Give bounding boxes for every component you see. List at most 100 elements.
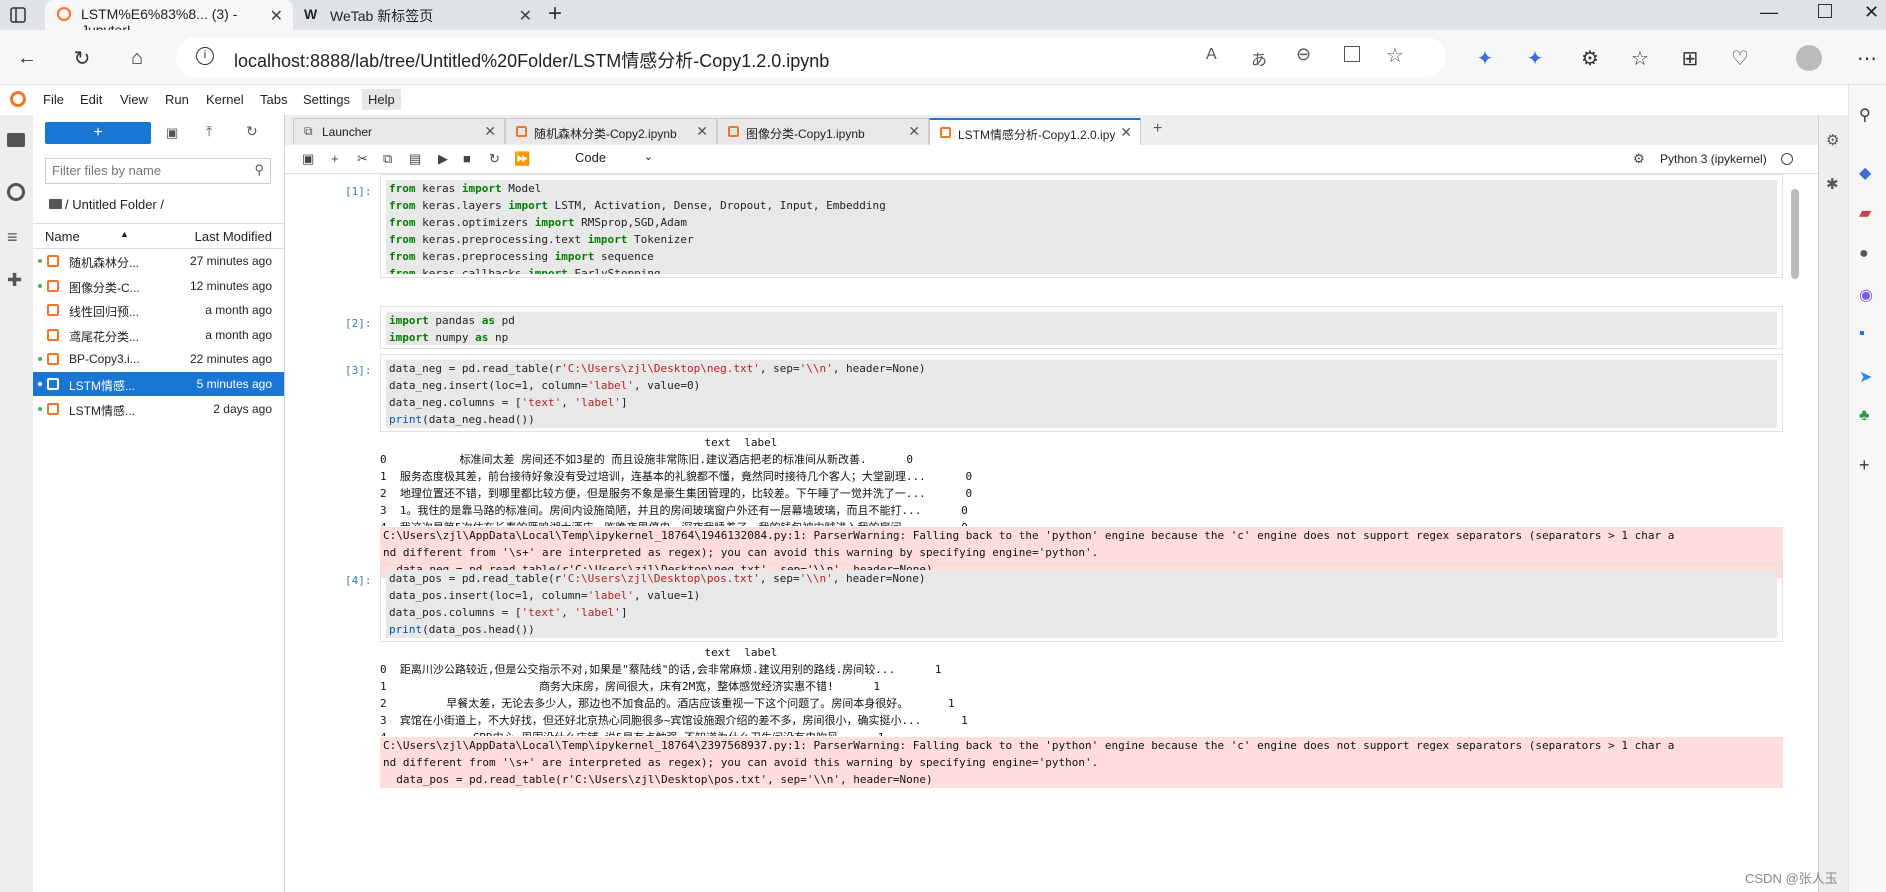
new-tab-button[interactable]: + <box>548 0 562 28</box>
menu-run[interactable]: Run <box>165 92 189 107</box>
debugger-icon[interactable]: ✱ <box>1826 175 1839 193</box>
folder-icon[interactable] <box>49 199 62 209</box>
kernel-name[interactable]: Python 3 (ipykernel) <box>1660 152 1767 166</box>
code-cell[interactable]: data_pos = pd.read_table(r'C:\Users\zjl\… <box>380 564 1783 642</box>
list-item[interactable]: 图像分类-C... 12 minutes ago <box>33 274 284 298</box>
code-editor[interactable]: data_neg = pd.read_table(r'C:\Users\zjl\… <box>386 360 1777 428</box>
close-window-button[interactable]: ✕ <box>1864 2 1879 23</box>
scrollbar[interactable] <box>1791 189 1799 279</box>
back-arrow-icon[interactable]: ← <box>12 43 42 73</box>
home-icon[interactable]: ⌂ <box>122 43 152 73</box>
debugger-icon[interactable]: ⚙ <box>1633 151 1645 167</box>
menu-settings[interactable]: Settings <box>303 92 350 107</box>
close-icon[interactable]: ✕ <box>696 123 708 140</box>
extension-a-icon[interactable]: ✦ <box>1470 43 1500 73</box>
read-aloud-icon[interactable]: A <box>1206 46 1217 64</box>
tab-image-classification[interactable]: 图像分类-Copy1.ipynb ✕ <box>717 118 929 144</box>
notebook-content[interactable]: [1]: from keras import Model from keras.l… <box>285 174 1819 892</box>
new-folder-icon[interactable]: ▣ <box>166 125 178 141</box>
code-cell[interactable]: data_neg = pd.read_table(r'C:\Users\zjl\… <box>380 354 1783 432</box>
info-icon[interactable]: i <box>196 47 214 65</box>
more-menu-icon[interactable]: ⋯ <box>1852 43 1882 73</box>
list-item[interactable]: 线性回归预... a month ago <box>33 298 284 322</box>
collections-icon[interactable]: ⊞ <box>1675 43 1705 73</box>
file-filter-field[interactable]: ⚲ <box>45 158 271 184</box>
toc-icon[interactable]: ≡ <box>7 227 18 248</box>
tree-icon[interactable]: ♣ <box>1859 407 1870 425</box>
cell-type-select[interactable]: Code ⌄ <box>575 150 653 165</box>
column-modified-header[interactable]: Last Modified <box>195 229 272 244</box>
split-screen-icon[interactable] <box>1344 46 1360 62</box>
insert-cell-icon[interactable]: + <box>331 151 339 166</box>
copy-icon[interactable]: ⧉ <box>383 151 392 167</box>
menu-help[interactable]: Help <box>362 89 401 110</box>
code-cell[interactable]: from keras import Model from keras.layers… <box>380 174 1783 278</box>
minimize-button[interactable]: — <box>1760 2 1778 23</box>
menu-edit[interactable]: Edit <box>80 92 102 107</box>
save-icon[interactable]: ▣ <box>302 151 314 167</box>
favorites-icon[interactable]: ☆ <box>1625 43 1655 73</box>
browser-tab-wetab[interactable]: W WeTab 新标签页 ✕ <box>296 0 542 30</box>
favorite-star-icon[interactable]: ☆ <box>1386 43 1404 68</box>
search-icon[interactable]: ⚲ <box>1859 105 1871 125</box>
refresh-icon[interactable]: ↻ <box>246 123 258 140</box>
output-line: C:\Users\zjl\AppData\Local\Temp\ipykerne… <box>383 529 1675 542</box>
shopping-icon[interactable]: ◆ <box>1859 163 1871 183</box>
code-editor[interactable]: import pandas as pd import numpy as np <box>386 312 1777 345</box>
tab-actions-icon[interactable] <box>8 5 28 25</box>
tab-random-forest[interactable]: 随机森林分类-Copy2.ipynb ✕ <box>505 118 717 144</box>
code-cell[interactable]: import pandas as pd import numpy as np <box>380 306 1783 349</box>
url-bar[interactable]: i localhost:8888/lab/tree/Untitled%20Fol… <box>176 37 1446 77</box>
new-launcher-button[interactable]: + <box>45 122 151 144</box>
list-item[interactable]: BP-Copy3.i... 22 minutes ago <box>33 347 284 371</box>
send-icon[interactable]: ➤ <box>1859 367 1872 387</box>
list-item[interactable]: 随机森林分... 27 minutes ago <box>33 249 284 273</box>
file-filter-input[interactable] <box>50 162 234 179</box>
translate-icon[interactable]: あ <box>1251 46 1267 70</box>
tab-lstm[interactable]: LSTM情感分析-Copy1.2.0.ipy ✕ <box>929 118 1141 145</box>
close-icon[interactable]: ✕ <box>519 6 532 26</box>
copilot-icon[interactable]: ◉ <box>1859 285 1873 305</box>
list-item[interactable]: LSTM情感... 5 minutes ago <box>33 372 284 396</box>
paste-icon[interactable]: ▤ <box>409 151 421 167</box>
breadcrumb-path[interactable]: / Untitled Folder / <box>65 197 164 212</box>
list-item[interactable]: 鸢尾花分类... a month ago <box>33 323 284 347</box>
restart-icon[interactable]: ↻ <box>489 151 500 167</box>
avatar[interactable] <box>1794 43 1824 73</box>
code-editor[interactable]: from keras import Model from keras.layers… <box>386 180 1777 274</box>
extension-icon[interactable]: ✚ <box>7 270 22 291</box>
reload-icon[interactable]: ↻ <box>67 43 97 73</box>
restore-button[interactable] <box>1818 4 1832 18</box>
close-icon[interactable]: ✕ <box>484 123 496 140</box>
close-icon[interactable]: ✕ <box>270 6 283 26</box>
code-editor[interactable]: data_pos = pd.read_table(r'C:\Users\zjl\… <box>386 570 1777 638</box>
close-icon[interactable]: ✕ <box>908 123 920 140</box>
add-tab-button[interactable]: + <box>1153 120 1162 138</box>
folder-icon[interactable] <box>7 133 25 147</box>
browser-tab-jupyter[interactable]: LSTM%E6%83%8... (3) - JupyterL ✕ <box>45 0 293 38</box>
run-icon[interactable]: ▶ <box>438 151 448 167</box>
menu-tabs[interactable]: Tabs <box>260 92 287 107</box>
close-icon[interactable]: ✕ <box>1120 124 1132 141</box>
add-icon[interactable]: + <box>1859 455 1870 476</box>
column-name-header[interactable]: Name <box>45 229 80 244</box>
property-inspector-icon[interactable]: ⚙ <box>1826 131 1839 149</box>
list-item[interactable]: LSTM情感... 2 days ago <box>33 397 284 421</box>
menu-kernel[interactable]: Kernel <box>206 92 244 107</box>
menu-view[interactable]: View <box>120 92 148 107</box>
people-icon[interactable]: ● <box>1859 245 1869 263</box>
running-icon[interactable] <box>7 183 25 201</box>
extensions-puzzle-icon[interactable]: ⚙ <box>1575 43 1605 73</box>
cut-icon[interactable]: ✂ <box>357 151 368 167</box>
menu-file[interactable]: File <box>43 92 64 107</box>
stop-icon[interactable]: ■ <box>463 151 471 166</box>
extension-b-icon[interactable]: ✦ <box>1520 43 1550 73</box>
outlook-icon[interactable]: ▪ <box>1859 325 1865 343</box>
upload-icon[interactable]: ⤒ <box>206 123 212 140</box>
performance-icon[interactable]: ♡ <box>1725 43 1755 73</box>
zoom-icon[interactable]: ⊖ <box>1296 44 1311 65</box>
tools-icon[interactable]: ▰ <box>1859 203 1871 223</box>
file-browser-panel: + ▣ ⤒ ↻ ⚲ / Untitled Folder / Name ▲ Las… <box>33 115 285 892</box>
restart-run-all-icon[interactable]: ⏩ <box>514 151 530 167</box>
tab-launcher[interactable]: ⧉ Launcher ✕ <box>293 118 505 144</box>
